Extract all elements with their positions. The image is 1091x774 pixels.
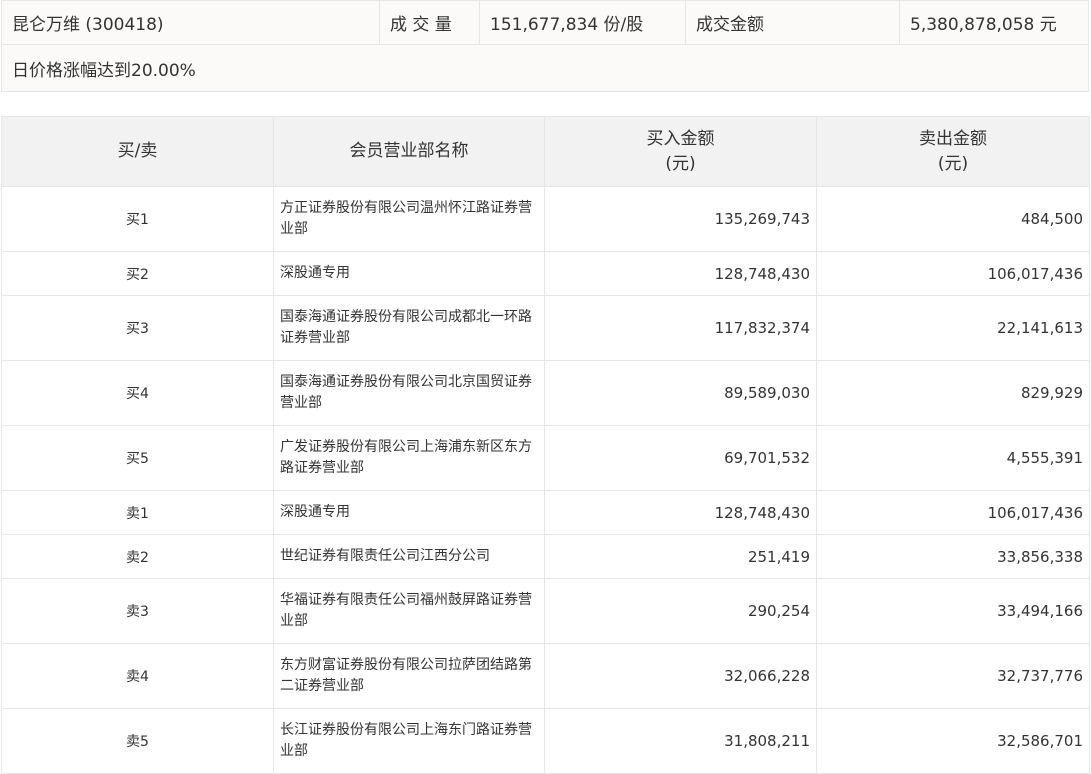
row-buy-amount: 251,419	[544, 534, 817, 579]
row-buy-amount: 117,832,374	[544, 295, 817, 361]
table-row: 买2 深股通专用 128,748,430 106,017,436	[1, 251, 1090, 296]
row-member-name: 国泰海通证券股份有限公司成都北一环路证券营业部	[273, 295, 545, 361]
row-member-name: 华福证券有限责任公司福州鼓屏路证券营业部	[273, 578, 545, 644]
header-sell-amount: 卖出金额 (元)	[816, 116, 1090, 187]
row-buy-amount: 128,748,430	[544, 490, 817, 535]
table-row: 卖3 华福证券有限责任公司福州鼓屏路证券营业部 290,254 33,494,1…	[1, 578, 1090, 644]
amount-value: 5,380,878,058 元	[899, 0, 1089, 45]
row-side: 卖2	[1, 534, 274, 579]
reason-row: 日价格涨幅达到20.00%	[1, 44, 1089, 92]
table-row: 卖1 深股通专用 128,748,430 106,017,436	[1, 490, 1090, 535]
header-buy-amount: 买入金额 (元)	[544, 116, 817, 187]
row-sell-amount: 106,017,436	[816, 251, 1090, 296]
summary-row: 昆仑万维 (300418) 成 交 量 151,677,834 份/股 成交金额…	[1, 0, 1089, 45]
row-sell-amount: 484,500	[816, 186, 1090, 252]
table-row: 买1 方正证券股份有限公司温州怀江路证券营业部 135,269,743 484,…	[1, 186, 1090, 252]
row-sell-amount: 829,929	[816, 360, 1090, 426]
stock-name: 昆仑万维 (300418)	[1, 0, 380, 45]
row-buy-amount: 135,269,743	[544, 186, 817, 252]
row-buy-amount: 290,254	[544, 578, 817, 644]
row-buy-amount: 89,589,030	[544, 360, 817, 426]
row-member-name: 广发证券股份有限公司上海浦东新区东方路证券营业部	[273, 425, 545, 491]
row-buy-amount: 32,066,228	[544, 643, 817, 709]
row-side: 买5	[1, 425, 274, 491]
row-side: 买4	[1, 360, 274, 426]
listing-reason: 日价格涨幅达到20.00%	[1, 44, 1089, 92]
row-side: 买1	[1, 186, 274, 252]
row-buy-amount: 128,748,430	[544, 251, 817, 296]
row-sell-amount: 32,737,776	[816, 643, 1090, 709]
row-sell-amount: 33,856,338	[816, 534, 1090, 579]
row-sell-amount: 4,555,391	[816, 425, 1090, 491]
row-side: 卖3	[1, 578, 274, 644]
row-member-name: 深股通专用	[273, 490, 545, 535]
table-row: 卖2 世纪证券有限责任公司江西分公司 251,419 33,856,338	[1, 534, 1090, 579]
dragon-tiger-table: 买/卖 会员营业部名称 买入金额 (元) 卖出金额 (元) 买1 方正证券股份有…	[1, 116, 1090, 774]
row-member-name: 方正证券股份有限公司温州怀江路证券营业部	[273, 186, 545, 252]
row-sell-amount: 22,141,613	[816, 295, 1090, 361]
row-buy-amount: 69,701,532	[544, 425, 817, 491]
row-side: 买2	[1, 251, 274, 296]
row-sell-amount: 106,017,436	[816, 490, 1090, 535]
row-side: 卖1	[1, 490, 274, 535]
table-row: 买3 国泰海通证券股份有限公司成都北一环路证券营业部 117,832,374 2…	[1, 295, 1090, 361]
table-row: 买5 广发证券股份有限公司上海浦东新区东方路证券营业部 69,701,532 4…	[1, 425, 1090, 491]
row-sell-amount: 33,494,166	[816, 578, 1090, 644]
row-side: 卖4	[1, 643, 274, 709]
volume-value: 151,677,834 份/股	[479, 0, 686, 45]
row-member-name: 深股通专用	[273, 251, 545, 296]
row-member-name: 世纪证券有限责任公司江西分公司	[273, 534, 545, 579]
header-side: 买/卖	[1, 116, 274, 187]
volume-label: 成 交 量	[379, 0, 480, 45]
row-side: 买3	[1, 295, 274, 361]
header-member-name: 会员营业部名称	[273, 116, 545, 187]
row-member-name: 东方财富证券股份有限公司拉萨团结路第二证券营业部	[273, 643, 545, 709]
table-header-row: 买/卖 会员营业部名称 买入金额 (元) 卖出金额 (元)	[1, 116, 1090, 187]
amount-label: 成交金额	[685, 0, 900, 45]
table-row: 卖4 东方财富证券股份有限公司拉萨团结路第二证券营业部 32,066,228 3…	[1, 643, 1090, 709]
row-member-name: 国泰海通证券股份有限公司北京国贸证券营业部	[273, 360, 545, 426]
trade-summary-table: 昆仑万维 (300418) 成 交 量 151,677,834 份/股 成交金额…	[1, 0, 1089, 92]
table-row: 买4 国泰海通证券股份有限公司北京国贸证券营业部 89,589,030 829,…	[1, 360, 1090, 426]
